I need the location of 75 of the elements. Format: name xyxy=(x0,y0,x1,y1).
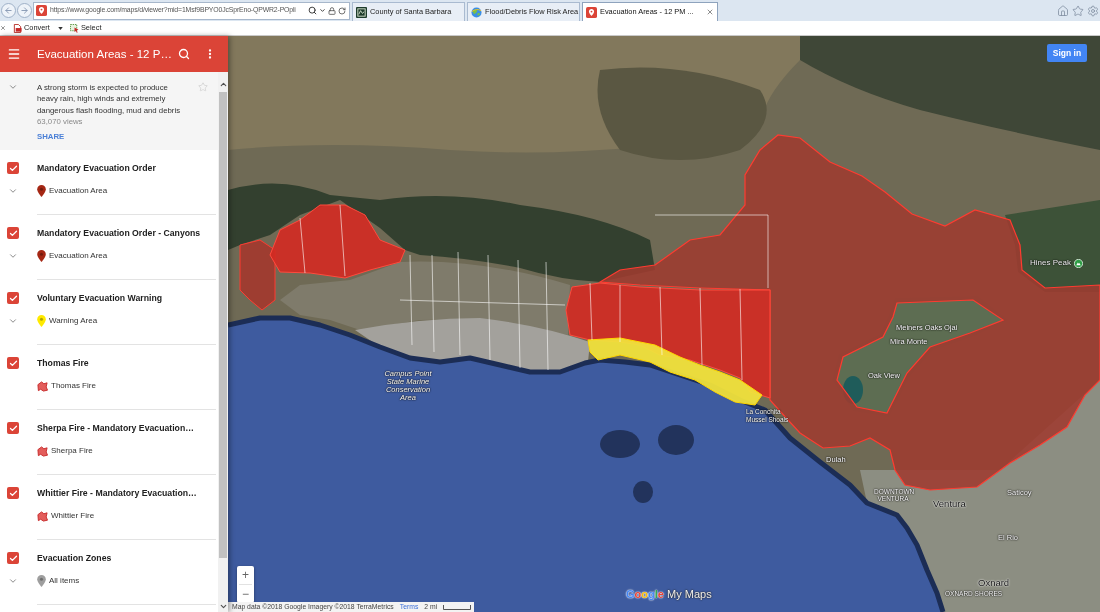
checkmark-icon xyxy=(8,488,18,498)
boundary-line xyxy=(299,217,306,274)
map-place-label: Hines Peak xyxy=(1030,258,1071,268)
checkbox[interactable] xyxy=(7,552,19,564)
globe-icon xyxy=(471,6,482,18)
layer-title: Mandatory Evacuation Order xyxy=(37,162,156,174)
legend-label[interactable]: Thomas Fire xyxy=(51,380,96,392)
checkmark-icon xyxy=(8,293,18,303)
map-place-label: Oxnard xyxy=(978,577,1010,588)
close-icon[interactable] xyxy=(0,25,6,31)
zoom-out-button[interactable]: − xyxy=(237,585,254,603)
checkmark-icon xyxy=(8,163,18,173)
checkbox[interactable] xyxy=(7,162,19,174)
legend-label[interactable]: Warning Area xyxy=(49,315,98,327)
dark-water-spot xyxy=(658,425,694,455)
layer-title: Sherpa Fire - Mandatory Evacuation… xyxy=(37,422,194,434)
close-tab-icon[interactable] xyxy=(706,8,714,16)
legend-label[interactable]: Sherpa Fire xyxy=(51,445,93,457)
checkbox[interactable] xyxy=(7,357,19,369)
favorites-star-icon[interactable] xyxy=(1072,4,1084,17)
sign-in-button[interactable]: Sign in xyxy=(1047,44,1087,62)
layer-title: Evacuation Zones xyxy=(37,552,112,564)
dark-water-spot xyxy=(600,430,640,458)
boundary-line xyxy=(619,284,621,343)
peak-marker-icon xyxy=(1073,258,1083,268)
checkmark-icon xyxy=(8,553,18,563)
zoom-in-button[interactable]: + xyxy=(237,566,254,584)
home-icon[interactable] xyxy=(1057,4,1069,17)
scrollbar-thumb[interactable] xyxy=(219,92,227,558)
dropdown-caret-icon[interactable] xyxy=(319,7,326,14)
chevron-down-icon[interactable] xyxy=(8,576,18,586)
scroll-up-icon[interactable] xyxy=(218,80,228,89)
star-icon[interactable] xyxy=(198,82,208,92)
fire-perimeter-area xyxy=(239,239,276,311)
checkmark-icon xyxy=(8,358,18,368)
checkbox[interactable] xyxy=(7,292,19,304)
map-title: Evacuation Areas - 12 P… xyxy=(37,47,172,61)
selection-icon xyxy=(69,23,79,33)
boundary-line xyxy=(589,282,593,341)
google-my-maps-logo: Google My Maps xyxy=(626,588,712,601)
lock-icon[interactable] xyxy=(328,6,336,15)
scrollbar[interactable] xyxy=(218,72,228,612)
legend-label[interactable]: Evacuation Area xyxy=(49,185,108,197)
checkmark-icon xyxy=(8,228,18,238)
map-pin-icon xyxy=(586,6,597,18)
square-logo-icon xyxy=(356,6,367,18)
scroll-down-icon[interactable] xyxy=(218,602,228,611)
dropdown-caret-icon[interactable] xyxy=(57,26,63,30)
back-button[interactable] xyxy=(1,3,16,18)
layer-title: Whittier Fire - Mandatory Evacuation… xyxy=(37,487,197,499)
refresh-icon[interactable] xyxy=(338,6,346,15)
layer-title: Mandatory Evacuation Order - Canyons xyxy=(37,227,201,239)
checkbox[interactable] xyxy=(7,422,19,434)
forward-arrow-icon xyxy=(20,6,29,15)
chevron-down-icon[interactable] xyxy=(8,251,18,261)
checkbox[interactable] xyxy=(7,227,19,239)
checkbox[interactable] xyxy=(7,487,19,499)
map-pin-icon xyxy=(36,5,47,16)
checkmark-icon xyxy=(8,423,18,433)
map-place-label: Ventura xyxy=(933,498,966,509)
dark-water-spot xyxy=(633,481,653,503)
forward-button[interactable] xyxy=(17,3,32,18)
layer-title: Thomas Fire xyxy=(37,357,89,369)
back-arrow-icon xyxy=(4,6,13,15)
layer-title: Voluntary Evacuation Warning xyxy=(37,292,163,304)
search-icon[interactable] xyxy=(308,6,317,15)
legend-label[interactable]: All items xyxy=(49,575,80,587)
scale-bar-icon xyxy=(443,604,472,610)
chevron-down-icon[interactable] xyxy=(8,82,18,92)
boundary-line xyxy=(659,286,663,356)
menu-icon[interactable] xyxy=(7,47,21,61)
legend-label[interactable]: Evacuation Area xyxy=(49,250,108,262)
legend-label[interactable]: Whittier Fire xyxy=(51,510,95,522)
chevron-down-icon[interactable] xyxy=(8,316,18,326)
chevron-down-icon[interactable] xyxy=(8,186,18,196)
